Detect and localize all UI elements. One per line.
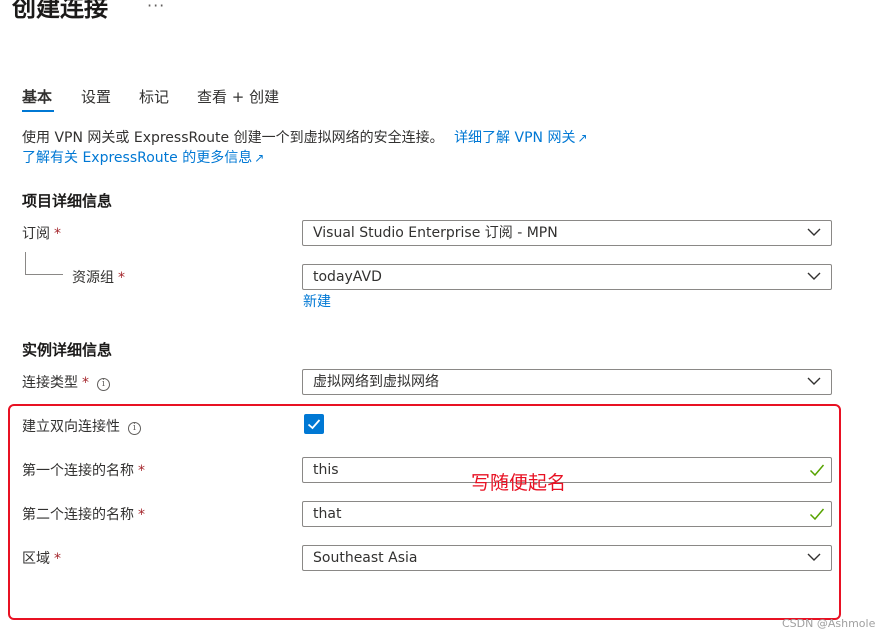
resource-group-label-text: 资源组 bbox=[72, 270, 114, 286]
resource-group-value: todayAVD bbox=[313, 269, 382, 285]
chevron-down-icon bbox=[807, 377, 821, 385]
connection-type-value: 虚拟网络到虚拟网络 bbox=[313, 374, 439, 390]
subscription-dropdown[interactable]: Visual Studio Enterprise 订阅 - MPN bbox=[302, 220, 832, 246]
description-text: 使用 VPN 网关或 ExpressRoute 创建一个到虚拟网络的安全连接。 bbox=[22, 130, 444, 146]
connection-type-label-text: 连接类型 bbox=[22, 375, 78, 391]
create-new-link[interactable]: 新建 bbox=[303, 291, 331, 311]
required-mark: * bbox=[118, 270, 125, 286]
tab-basics[interactable]: 基本 bbox=[22, 86, 52, 107]
resource-group-label: 资源组 * bbox=[72, 267, 125, 287]
chevron-down-icon bbox=[807, 272, 821, 280]
external-link-icon: ↗ bbox=[577, 131, 588, 145]
tree-connector bbox=[25, 252, 26, 274]
chevron-down-icon bbox=[807, 228, 821, 236]
vpn-gateway-link-label: 详细了解 VPN 网关 bbox=[454, 130, 576, 146]
subscription-label: 订阅 * bbox=[22, 223, 61, 243]
tab-review-create[interactable]: 查看 + 创建 bbox=[197, 86, 279, 107]
info-icon[interactable]: i bbox=[97, 378, 110, 391]
vpn-gateway-link[interactable]: 详细了解 VPN 网关 ↗ bbox=[454, 130, 587, 146]
subscription-label-text: 订阅 bbox=[22, 226, 50, 242]
tree-connector bbox=[25, 274, 63, 275]
watermark: CSDN @Ashmole bbox=[782, 617, 876, 630]
subscription-value: Visual Studio Enterprise 订阅 - MPN bbox=[313, 225, 558, 241]
project-details-heading: 项目详细信息 bbox=[22, 192, 113, 210]
required-mark: * bbox=[54, 226, 61, 242]
annotation-highlight-box bbox=[8, 404, 841, 620]
active-tab-indicator bbox=[22, 110, 54, 112]
connection-type-dropdown[interactable]: 虚拟网络到虚拟网络 bbox=[302, 369, 832, 395]
external-link-icon: ↗ bbox=[254, 151, 265, 165]
description: 使用 VPN 网关或 ExpressRoute 创建一个到虚拟网络的安全连接。 … bbox=[22, 128, 588, 168]
more-options-button[interactable]: ··· bbox=[147, 0, 165, 15]
expressroute-link[interactable]: 了解有关 ExpressRoute 的更多信息 ↗ bbox=[22, 150, 264, 166]
connection-type-label: 连接类型 * i bbox=[22, 372, 110, 392]
tab-settings[interactable]: 设置 bbox=[81, 86, 111, 107]
resource-group-dropdown[interactable]: todayAVD bbox=[302, 264, 832, 290]
required-mark: * bbox=[82, 375, 89, 391]
page-title: 创建连接 bbox=[12, 0, 108, 22]
expressroute-link-label: 了解有关 ExpressRoute 的更多信息 bbox=[22, 150, 253, 166]
tab-tags[interactable]: 标记 bbox=[139, 86, 169, 107]
instance-details-heading: 实例详细信息 bbox=[22, 341, 113, 359]
